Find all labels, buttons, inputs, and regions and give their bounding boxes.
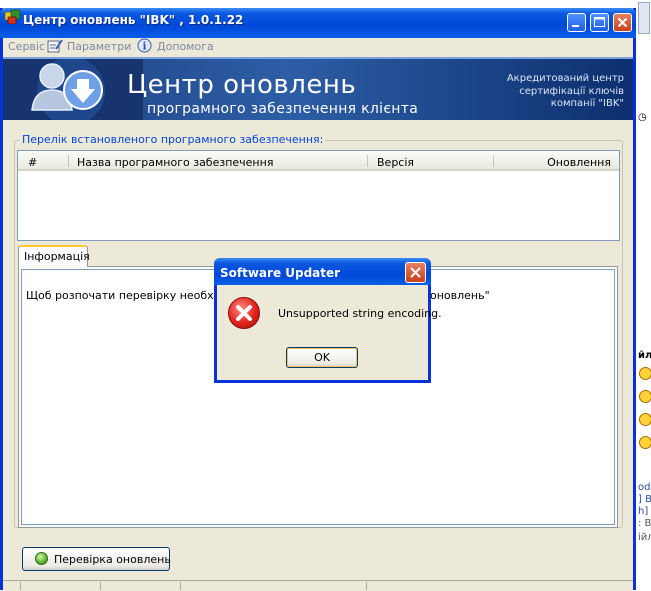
background-text: h] bbox=[638, 506, 649, 517]
column-divider[interactable] bbox=[68, 155, 69, 167]
status-bar-divider bbox=[180, 582, 181, 590]
banner-caption-line: компанії "IBK" bbox=[550, 98, 624, 109]
close-icon bbox=[410, 267, 421, 278]
menu-service[interactable]: Сервіс bbox=[8, 40, 45, 53]
smiley-icon bbox=[639, 436, 651, 449]
menu-parameters[interactable]: Параметри bbox=[67, 40, 131, 53]
smiley-icon bbox=[639, 367, 651, 380]
status-bar bbox=[3, 580, 633, 591]
software-list-legend: Перелік встановленого програмного забезп… bbox=[20, 133, 326, 146]
column-header-name[interactable]: Назва програмного забезпечення bbox=[77, 156, 273, 169]
dialog-message: Unsupported string encoding. bbox=[278, 307, 442, 320]
smiley-icon bbox=[639, 390, 651, 403]
tab-information-label: Інформація bbox=[24, 250, 90, 263]
column-divider[interactable] bbox=[367, 155, 368, 167]
banner-caption-line: Акредитований центр bbox=[506, 73, 624, 84]
background-text: ійл bbox=[638, 532, 651, 543]
banner-caption-line: сертифікації ключів bbox=[519, 86, 624, 97]
close-icon bbox=[617, 17, 628, 28]
background-text: ] В bbox=[638, 494, 651, 505]
window-title: Центр оновлень "IBK" , 1.0.1.22 bbox=[23, 13, 244, 27]
banner-title: Центр оновлень bbox=[127, 70, 357, 100]
software-list-header: # Назва програмного забезпечення Версія … bbox=[18, 151, 619, 171]
column-header-updates[interactable]: Оновлення bbox=[547, 156, 611, 169]
maximize-button[interactable] bbox=[590, 13, 609, 32]
banner-subtitle: програмного забезпечення клієнта bbox=[147, 101, 419, 117]
dialog-close-button[interactable] bbox=[405, 262, 426, 283]
status-bar-divider bbox=[20, 582, 21, 590]
banner-stripe bbox=[3, 57, 633, 59]
error-icon bbox=[228, 297, 260, 329]
column-divider[interactable] bbox=[493, 155, 494, 167]
settings-icon bbox=[47, 39, 63, 53]
maximize-icon bbox=[594, 17, 605, 27]
background-text: : Ві bbox=[638, 518, 651, 529]
app-icon bbox=[5, 9, 21, 24]
menu-help[interactable]: Допомога bbox=[157, 40, 214, 53]
column-header-version[interactable]: Версія bbox=[377, 156, 414, 169]
help-icon: i bbox=[137, 38, 152, 53]
info-text-start: Щоб розпочати перевірку необхідно bbox=[26, 289, 239, 302]
background-window: ◷ йл od ] В h] : Ві ійл bbox=[636, 0, 651, 590]
check-circle-icon bbox=[35, 552, 48, 565]
info-text-end: оновлень" bbox=[430, 289, 490, 302]
column-header-number[interactable]: # bbox=[28, 156, 37, 169]
ok-button-label: OK bbox=[314, 351, 330, 364]
smiley-icon bbox=[639, 413, 651, 426]
status-bar-divider bbox=[100, 582, 101, 590]
background-text: od bbox=[638, 482, 651, 493]
dialog-title: Software Updater bbox=[220, 266, 341, 280]
user-download-icon bbox=[31, 63, 103, 111]
background-text: йл bbox=[638, 350, 651, 361]
svg-text:i: i bbox=[143, 42, 147, 53]
minimize-icon bbox=[572, 25, 579, 27]
background-scrollbar bbox=[638, 2, 650, 34]
background-text: ◷ bbox=[638, 112, 647, 123]
check-updates-label: Перевірка оновлень bbox=[54, 553, 171, 566]
close-button[interactable] bbox=[613, 13, 632, 32]
minimize-button[interactable] bbox=[567, 13, 586, 32]
status-bar-divider bbox=[366, 582, 367, 590]
